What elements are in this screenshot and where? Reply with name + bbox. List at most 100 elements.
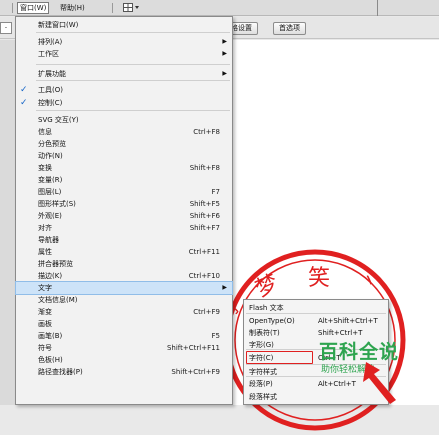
- submenu-item-label: OpenType(O): [249, 317, 295, 325]
- menu-separator: [36, 32, 230, 33]
- menubar-separator: [112, 3, 113, 13]
- menu-item-label: 符号: [38, 344, 52, 352]
- window-menu[interactable]: 窗口(W): [17, 2, 50, 14]
- menu-item-label: 文档信息(M): [38, 296, 78, 304]
- svg-text:丶: 丶: [356, 268, 381, 295]
- menubar: 窗口(W) 帮助(H): [0, 0, 439, 16]
- menu-item-label: 外观(E): [38, 212, 62, 220]
- help-menu[interactable]: 帮助(H): [58, 2, 87, 14]
- arrange-documents-button[interactable]: [121, 3, 139, 13]
- menu-item-shortcut: Shift+F8: [189, 164, 220, 172]
- submenu-item-label: 段落(P): [249, 380, 273, 388]
- layout-grid-icon: [123, 3, 139, 12]
- menu-item[interactable]: 对齐 Shift+F7: [16, 222, 232, 234]
- menu-item-label: 文字: [38, 284, 52, 292]
- menu-item-label: 拼合器预览: [38, 260, 73, 268]
- submenu-arrow-icon: ▶: [222, 38, 227, 45]
- checkmark-icon: ✓: [20, 98, 28, 108]
- submenu-item[interactable]: OpenType(O) Alt+Shift+Ctrl+T: [244, 315, 388, 327]
- submenu-item-label: 字符(C): [249, 354, 274, 362]
- menu-item[interactable]: 路径查找器(P) Shift+Ctrl+F9: [16, 366, 232, 378]
- menu-item-shortcut: Ctrl+F9: [193, 308, 220, 316]
- menu-item[interactable]: 排列(A) ▶: [16, 36, 232, 48]
- menu-item-shortcut: Shift+F7: [189, 224, 220, 232]
- menu-item-label: SVG 交互(Y): [38, 116, 79, 124]
- preferences-button[interactable]: 首选项: [273, 22, 306, 35]
- menu-item[interactable]: 拼合器预览: [16, 258, 232, 270]
- menu-item[interactable]: 图层(L) F7: [16, 186, 232, 198]
- menu-item-label: 路径查找器(P): [38, 368, 83, 376]
- menu-item-label: 控制(C): [38, 99, 63, 107]
- window-divider: [377, 0, 378, 16]
- menu-item[interactable]: 导航器: [16, 234, 232, 246]
- menu-item[interactable]: 信息 Ctrl+F8: [16, 126, 232, 138]
- menu-separator: [36, 110, 230, 111]
- menu-item-label: 图层(L): [38, 188, 62, 196]
- submenu-item-shortcut: Alt+Ctrl+T: [318, 380, 356, 388]
- menu-item-shortcut: Ctrl+F11: [188, 248, 220, 256]
- submenu-arrow-icon: ▶: [222, 284, 227, 291]
- menu-item[interactable]: 工作区 ▶: [16, 48, 232, 60]
- menu-item[interactable]: 变换 Shift+F8: [16, 162, 232, 174]
- menu-item[interactable]: 符号 Shift+Ctrl+F11: [16, 342, 232, 354]
- checkmark-icon: ✓: [20, 85, 28, 95]
- menu-item-shortcut: Ctrl+F10: [188, 272, 220, 280]
- menu-item[interactable]: 扩展功能 ▶: [16, 68, 232, 80]
- menu-item-label: 工具(O): [38, 86, 63, 94]
- toolbar-combo[interactable]: -: [0, 22, 12, 34]
- menu-item-shortcut: Shift+F5: [189, 200, 220, 208]
- submenu-item-label: 段落样式: [249, 393, 277, 401]
- menu-item-label: 动作(N): [38, 152, 63, 160]
- menu-item[interactable]: 新建窗口(W): [16, 19, 232, 31]
- submenu-item-label: 字符样式: [249, 368, 277, 376]
- menu-item-label: 工作区: [38, 50, 59, 58]
- menu-item[interactable]: 图形样式(S) Shift+F5: [16, 198, 232, 210]
- menu-item-shortcut: Ctrl+F8: [193, 128, 220, 136]
- menu-item-label: 属性: [38, 248, 52, 256]
- menu-item[interactable]: 变量(R): [16, 174, 232, 186]
- menu-item[interactable]: 渐变 Ctrl+F9: [16, 306, 232, 318]
- submenu-item-label: Flash 文本: [249, 304, 284, 312]
- submenu-item-shortcut: Alt+Shift+Ctrl+T: [318, 317, 378, 325]
- menu-item[interactable]: 分色预览: [16, 138, 232, 150]
- submenu-arrow-icon: ▶: [222, 50, 227, 57]
- menu-item[interactable]: 描边(K) Ctrl+F10: [16, 270, 232, 282]
- menu-item-label: 信息: [38, 128, 52, 136]
- menu-item-label: 排列(A): [38, 38, 63, 46]
- stamp-char: 笑: [308, 266, 330, 291]
- menu-item-shortcut: Shift+Ctrl+F11: [166, 344, 220, 352]
- annotation-arrow-icon: [363, 362, 396, 404]
- menu-item[interactable]: 画板: [16, 318, 232, 330]
- menu-item[interactable]: 文字 ▶: [15, 281, 233, 295]
- menu-item-label: 分色预览: [38, 140, 66, 148]
- menu-item-label: 变换: [38, 164, 52, 172]
- menu-item-label: 对齐: [38, 224, 52, 232]
- menu-item-label: 描边(K): [38, 272, 63, 280]
- menu-item[interactable]: 动作(N): [16, 150, 232, 162]
- menu-item[interactable]: 文档信息(M): [16, 294, 232, 306]
- menu-separator: [36, 64, 230, 65]
- submenu-item-label: 制表符(T): [249, 329, 280, 337]
- window-dropdown-menu: 新建窗口(W) 排列(A) ▶ 工作区 ▶ 扩展功能 ▶ ✓ 工具(O) ✓ 控制(C) SVG 交互…: [15, 16, 233, 405]
- submenu-arrow-icon: ▶: [222, 70, 227, 77]
- menu-item-label: 色板(H): [38, 356, 63, 364]
- menu-item-shortcut: Shift+Ctrl+F9: [171, 368, 220, 376]
- submenu-item-label: 字形(G): [249, 341, 274, 349]
- menu-item[interactable]: 色板(H): [16, 354, 232, 366]
- menu-item-label: 扩展功能: [38, 70, 66, 78]
- menu-item[interactable]: 画笔(B) F5: [16, 330, 232, 342]
- menu-item-label: 导航器: [38, 236, 59, 244]
- menu-item-label: 图形样式(S): [38, 200, 76, 208]
- menubar-separator: [12, 3, 13, 13]
- menu-item-shortcut: F7: [211, 188, 220, 196]
- menu-item[interactable]: 属性 Ctrl+F11: [16, 246, 232, 258]
- menu-item[interactable]: 外观(E) Shift+F6: [16, 210, 232, 222]
- submenu-item[interactable]: Flash 文本: [244, 302, 388, 314]
- menu-item-label: 渐变: [38, 308, 52, 316]
- menu-item[interactable]: ✓ 控制(C): [16, 97, 232, 109]
- menu-item[interactable]: ✓ 工具(O): [16, 84, 232, 96]
- menu-item-shortcut: F5: [211, 332, 220, 340]
- menu-item[interactable]: SVG 交互(Y): [16, 114, 232, 126]
- menu-item-label: 变量(R): [38, 176, 63, 184]
- menu-separator: [36, 80, 230, 81]
